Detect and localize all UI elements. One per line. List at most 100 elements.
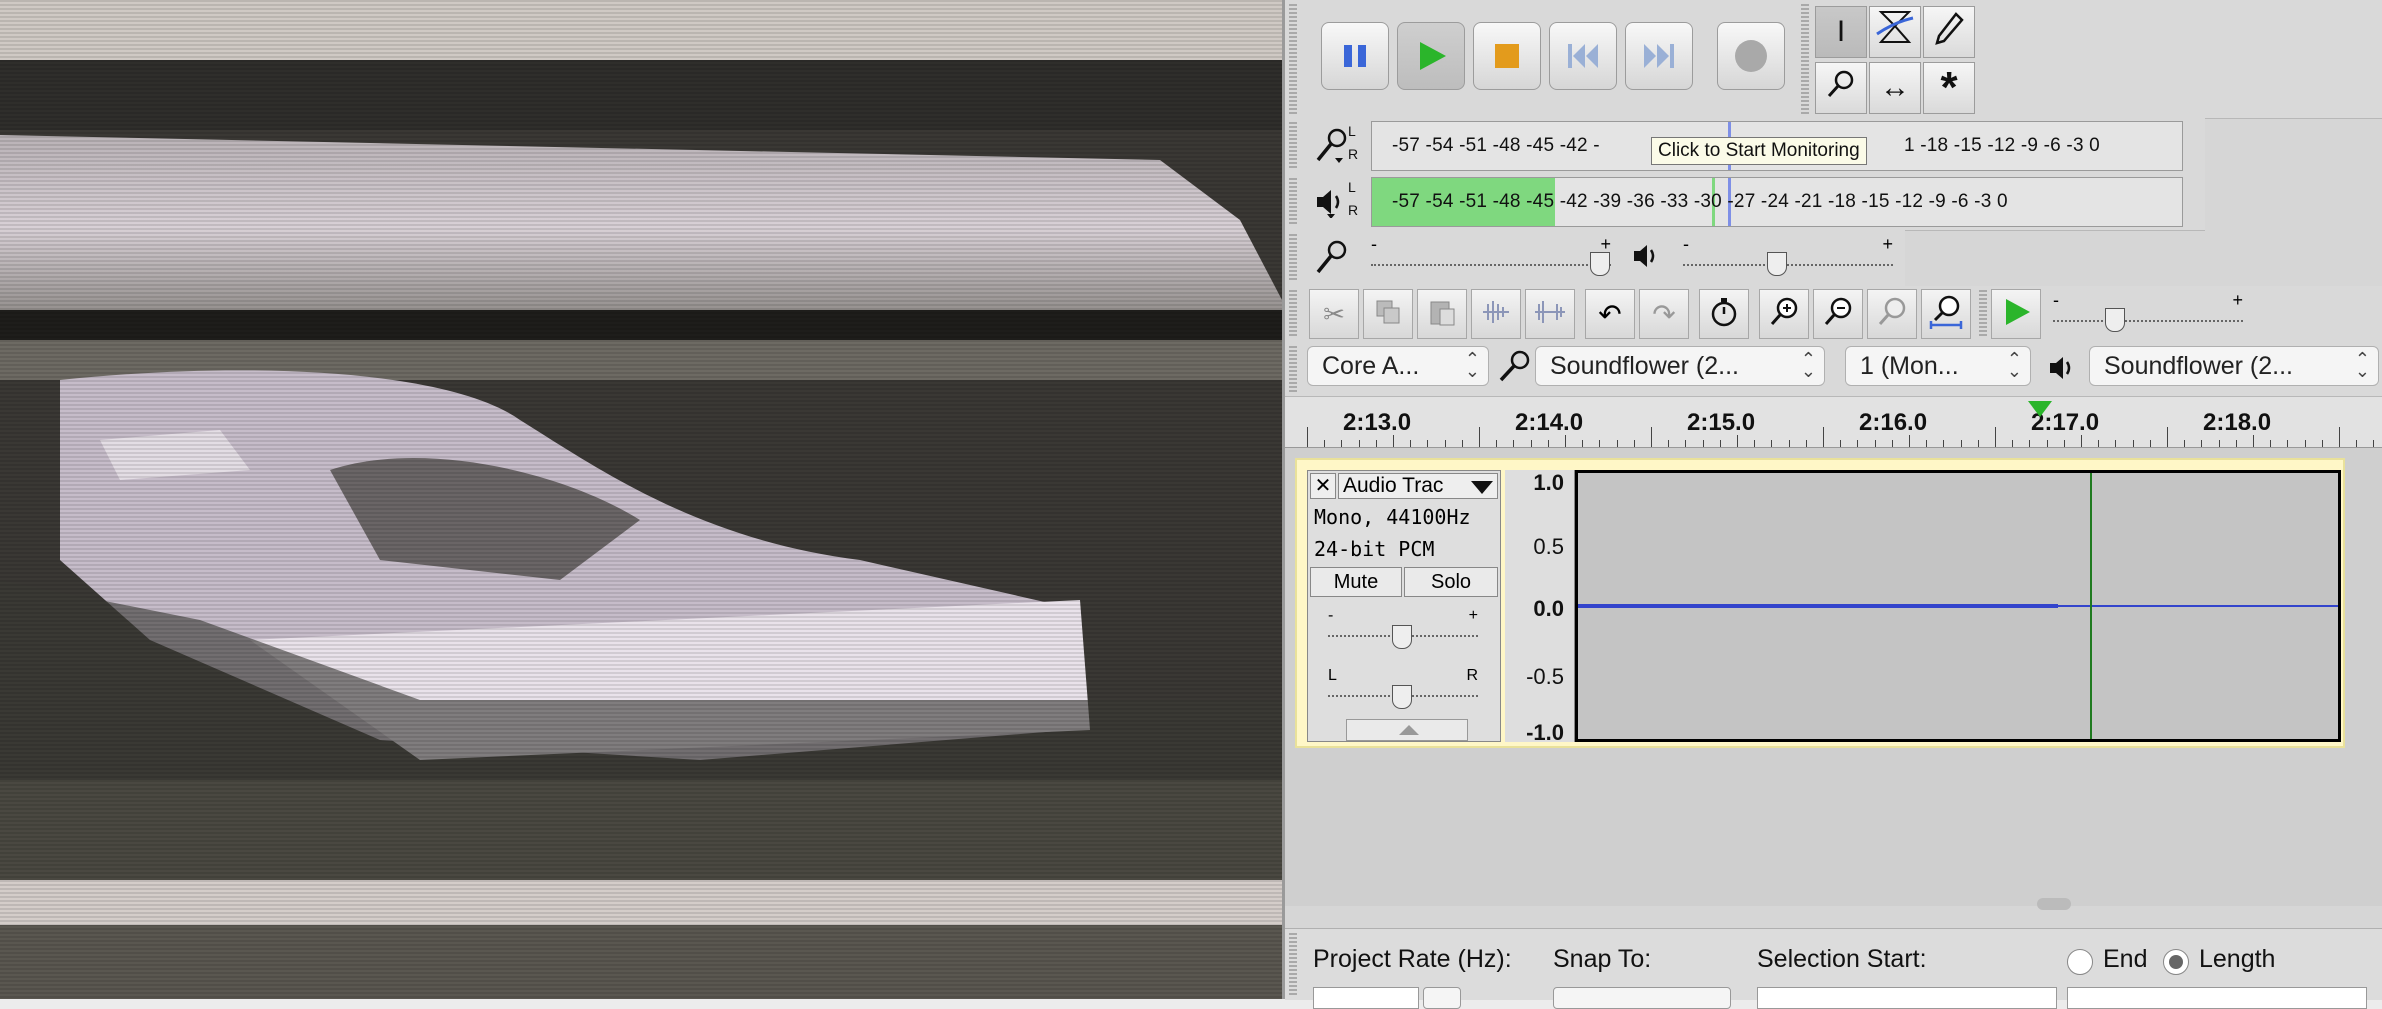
gain-thumb[interactable] [1392, 625, 1412, 649]
length-radio[interactable] [2163, 949, 2189, 975]
undo-button[interactable]: ↶ [1585, 289, 1635, 339]
minor-tick [1341, 440, 1343, 447]
right-channel-label: R [1348, 202, 1359, 218]
redo-button[interactable]: ↷ [1639, 289, 1689, 339]
skip-to-end-icon [1626, 23, 1692, 89]
recording-channels-select[interactable]: 1 (Mon... ⌃ ⌄ [1845, 346, 2031, 386]
pan-slider[interactable]: L R [1328, 667, 1478, 713]
minor-tick [2132, 440, 2134, 447]
waveform-display[interactable] [1575, 470, 2341, 742]
recording-level-meter[interactable]: L R -57 -54 -51 -48 -45 -42 - 1 -18 -15 … [1348, 121, 2183, 171]
project-rate-dropdown[interactable] [1423, 987, 1461, 1009]
minor-tick [1444, 440, 1446, 447]
playback-device-speaker-icon [2047, 354, 2077, 387]
toolbar-grip[interactable] [1289, 346, 1297, 392]
pause-icon [1322, 23, 1388, 89]
undo-icon: ↶ [1598, 298, 1622, 330]
play-at-speed-grip[interactable] [1979, 290, 1987, 338]
zoom-out-button[interactable] [1813, 289, 1863, 339]
timeline-ruler[interactable]: 2:13.0 2:14.0 2:15.0 2:16.0 2:17.0 2:18.… [1285, 397, 2382, 448]
track-name-menu[interactable]: Audio Trac [1338, 473, 1498, 499]
microphone-icon[interactable] [1313, 128, 1349, 169]
snap-to-select[interactable] [1553, 987, 1731, 1009]
mute-button[interactable]: Mute [1310, 567, 1402, 597]
paste-button[interactable] [1417, 289, 1467, 339]
track-panel[interactable]: ✕ Audio Trac Mono, 44100Hz 24-bit PCM Mu… [1285, 448, 2382, 910]
envelope-tool-button[interactable] [1869, 6, 1921, 58]
minor-tick [2115, 440, 2117, 447]
minor-tick [1719, 440, 1721, 447]
end-radio[interactable] [2067, 949, 2093, 975]
fit-selection-button[interactable] [1867, 289, 1917, 339]
toolbar-grip[interactable] [1289, 4, 1297, 114]
toolbar-grip[interactable] [1289, 234, 1297, 282]
trim-audio-button[interactable] [1471, 289, 1521, 339]
toolbar-grip[interactable] [1289, 290, 1297, 338]
playback-meter-scale: -57 -54 -51 -48 -45 -42 -39 -36 -33 -30 … [1392, 191, 2008, 212]
playback-device-select[interactable]: Soundflower (2... ⌃ ⌄ [2089, 346, 2379, 386]
toolbar-grip[interactable] [1289, 122, 1297, 170]
recording-device-select[interactable]: Soundflower (2... ⌃ ⌄ [1535, 346, 1825, 386]
silence-audio-button[interactable] [1525, 289, 1575, 339]
minor-tick [2356, 440, 2358, 447]
skip-to-end-button[interactable] [1625, 22, 1693, 90]
copy-button[interactable] [1363, 289, 1413, 339]
input-volume-slider[interactable]: - + [1371, 234, 1611, 278]
minor-tick [1960, 440, 1962, 447]
toolbar-grip[interactable] [1289, 933, 1297, 996]
selection-length-field[interactable] [2067, 987, 2367, 1009]
speaker-icon[interactable] [1313, 186, 1349, 223]
playback-speed-slider[interactable]: - + [2053, 290, 2243, 334]
input-volume-thumb[interactable] [1590, 252, 1610, 276]
right-channel-label: R [1348, 146, 1359, 162]
fit-project-button[interactable] [1921, 289, 1971, 339]
zoom-in-button[interactable] [1759, 289, 1809, 339]
play-at-speed-button[interactable] [1991, 289, 2041, 339]
scrollbar-thumb[interactable] [2037, 898, 2071, 910]
skip-to-start-button[interactable] [1549, 22, 1617, 90]
mixer-toolbar: - + - + [1285, 230, 1905, 287]
play-head-icon[interactable] [2028, 401, 2052, 417]
selection-tool-button[interactable]: I [1815, 6, 1867, 58]
track-close-button[interactable]: ✕ [1310, 473, 1336, 499]
minor-tick [1805, 440, 1807, 447]
time-shift-tool-button[interactable]: ↔ [1869, 62, 1921, 114]
stop-button[interactable] [1473, 22, 1541, 90]
cut-button[interactable]: ✂ [1309, 289, 1359, 339]
selection-start-field[interactable] [1757, 987, 2057, 1009]
ruler-label: 2:18.0 [2203, 409, 2272, 436]
horizontal-scrollbar[interactable] [1557, 898, 2337, 910]
paste-icon [1428, 297, 1456, 332]
pan-thumb[interactable] [1392, 685, 1412, 709]
silence-icon [1533, 298, 1567, 331]
gain-slider[interactable]: - + [1328, 607, 1478, 653]
record-button[interactable] [1717, 22, 1785, 90]
major-tick [2167, 427, 2168, 447]
pause-button[interactable] [1321, 22, 1389, 90]
sync-lock-button[interactable] [1699, 289, 1749, 339]
output-volume-speaker-icon [1631, 242, 1663, 275]
output-volume-slider[interactable]: - + [1683, 234, 1893, 278]
draw-tool-button[interactable] [1923, 6, 1975, 58]
playback-speed-thumb[interactable] [2105, 308, 2125, 332]
output-volume-thumb[interactable] [1767, 252, 1787, 276]
select-arrows-icon: ⌃ ⌄ [2354, 349, 2370, 381]
minor-tick [2063, 440, 2065, 447]
zoom-tool-button[interactable] [1815, 62, 1867, 114]
playback-level-meter[interactable]: L R -57 -54 -51 -48 -45 -42 -39 -36 -33 … [1348, 177, 2183, 227]
audacity-window: I ↔ * L R -57 -54 -51 -48 -45 -42 - 1 -1… [1282, 0, 2382, 1009]
redo-icon: ↷ [1652, 298, 1676, 330]
waveform-baseline [2058, 605, 2338, 607]
audio-host-select[interactable]: Core A... ⌃ ⌄ [1307, 346, 1489, 386]
play-button[interactable] [1397, 22, 1465, 90]
amplitude-scale: 1.0 0.5 0.0 -0.5 -1.0 [1505, 470, 1575, 745]
minor-tick [2270, 440, 2272, 447]
solo-button[interactable]: Solo [1404, 567, 1498, 597]
project-rate-field[interactable] [1313, 987, 1419, 1009]
tools-grip[interactable] [1801, 4, 1809, 114]
multi-tool-button[interactable]: * [1923, 62, 1975, 114]
toolbar-grip[interactable] [1289, 178, 1297, 226]
minor-tick [1530, 440, 1532, 447]
audio-track[interactable]: ✕ Audio Trac Mono, 44100Hz 24-bit PCM Mu… [1295, 458, 2345, 748]
collapse-track-button[interactable] [1346, 719, 1468, 741]
